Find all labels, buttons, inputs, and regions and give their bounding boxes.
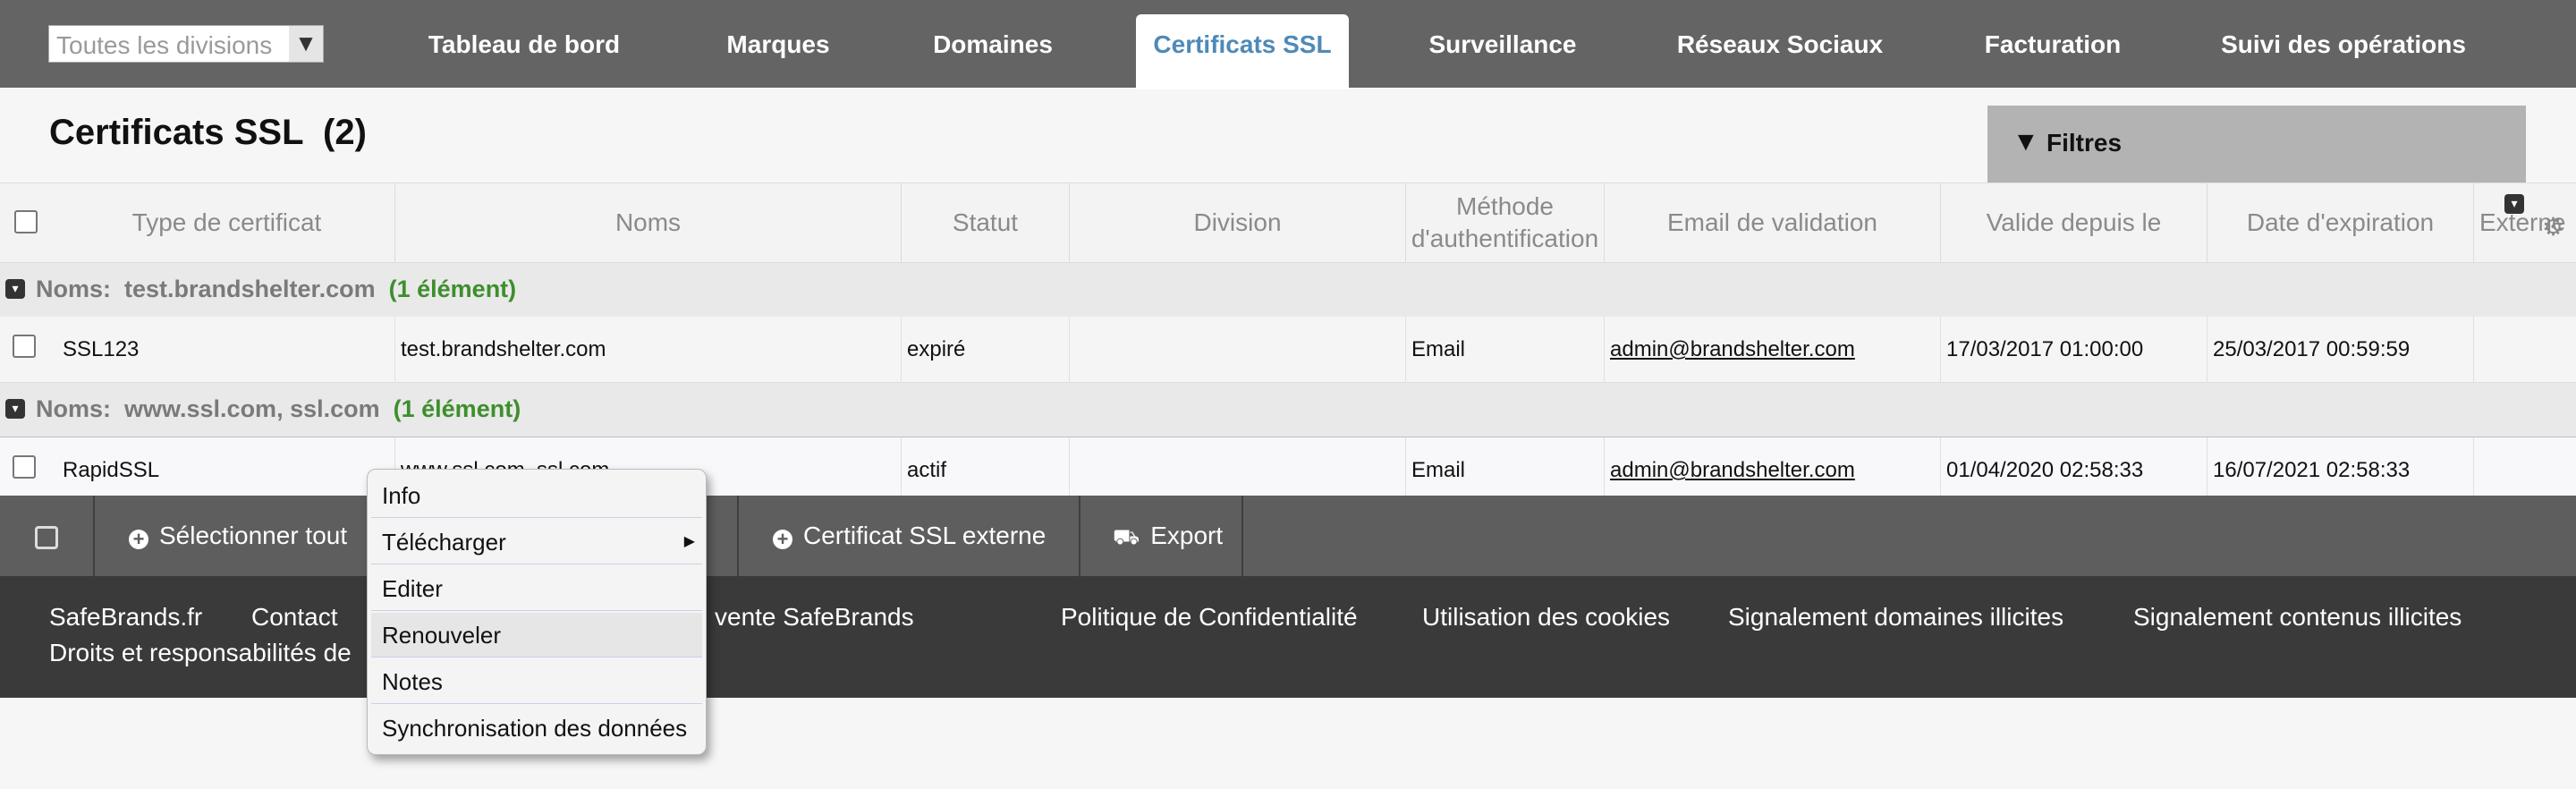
plus-circle-icon: + <box>129 530 148 549</box>
filters-panel[interactable]: ▼ Filtres <box>1987 106 2526 186</box>
plus-circle-icon: + <box>773 530 792 549</box>
group-label: Noms: test.brandshelter.com (1 élément) <box>36 276 516 303</box>
context-menu-telecharger[interactable]: Télécharger ▶ <box>371 520 702 564</box>
cell-status: actif <box>902 437 1070 504</box>
cell-external <box>2474 317 2576 383</box>
cell-email: admin@brandshelter.com <box>1605 437 1941 504</box>
checkbox-icon <box>35 525 58 549</box>
cell-type: SSL123 <box>57 317 395 383</box>
cell-expires: 16/07/2021 02:58:33 <box>2207 437 2474 504</box>
division-select[interactable]: Toutes les divisions ▼ <box>48 25 324 63</box>
collapse-icon[interactable]: ▾ <box>2504 194 2524 214</box>
export-button[interactable]: ⛟ Export <box>1080 496 1243 576</box>
cell-type: RapidSSL <box>57 437 395 504</box>
group-label-text: Noms: www.ssl.com, ssl.com <box>36 395 380 422</box>
footer-link-contenus-illicites[interactable]: Signalement contenus illicites <box>2133 603 2462 632</box>
footer-link-cookies[interactable]: Utilisation des cookies <box>1422 603 1670 632</box>
group-label-text: Noms: test.brandshelter.com <box>36 276 376 302</box>
tab-certificats-ssl[interactable]: Certificats SSL <box>1136 14 1349 89</box>
row-checkbox[interactable] <box>13 335 36 358</box>
tab-tableau-de-bord[interactable]: Tableau de bord <box>399 14 649 89</box>
group-row[interactable]: ▾ Noms: www.ssl.com, ssl.com (1 élément) <box>0 383 2576 437</box>
footer-link-safebrands[interactable]: SafeBrands.fr <box>49 603 202 632</box>
group-row[interactable]: ▾ Noms: test.brandshelter.com (1 élément… <box>0 263 2576 317</box>
table-row[interactable]: SSL123 test.brandshelter.com expiré Emai… <box>0 317 2576 383</box>
cell-external <box>2474 437 2576 504</box>
col-expiration[interactable]: Date d'expiration <box>2207 183 2474 262</box>
dropdown-arrow-icon[interactable]: ▼ <box>289 26 323 62</box>
col-valide-depuis[interactable]: Valide depuis le <box>1941 183 2207 262</box>
cell-method: Email <box>1406 437 1605 504</box>
select-all-checkbox[interactable] <box>14 210 38 233</box>
cell-email: admin@brandshelter.com <box>1605 317 1941 383</box>
cell-valid-from: 01/04/2020 02:58:33 <box>1941 437 2207 504</box>
bulk-checkbox-button[interactable] <box>0 496 95 576</box>
tab-surveillance[interactable]: Surveillance <box>1404 14 1601 89</box>
page-title: Certificats SSL (2) <box>49 113 367 153</box>
col-type[interactable]: Type de certificat <box>59 183 395 262</box>
group-collapse-icon[interactable]: ▾ <box>5 279 25 299</box>
filters-label: Filtres <box>2046 129 2123 157</box>
cell-status: expiré <box>902 317 1070 383</box>
select-all-label: Sélectionner tout <box>159 522 348 549</box>
context-menu-synchronisation[interactable]: Synchronisation des données <box>371 706 702 751</box>
col-division[interactable]: Division <box>1070 183 1406 262</box>
tab-marques[interactable]: Marques <box>707 14 850 89</box>
truck-icon: ⛟ <box>1113 525 1140 549</box>
filters-toggle-icon: ▼ <box>2012 127 2039 157</box>
context-menu-notes[interactable]: Notes <box>371 659 702 704</box>
context-menu-telecharger-label: Télécharger <box>382 529 506 556</box>
top-navigation: Toutes les divisions ▼ Tableau de bord M… <box>0 0 2576 89</box>
cell-names: test.brandshelter.com <box>395 317 902 383</box>
external-ssl-button[interactable]: + Certificat SSL externe <box>739 496 1080 576</box>
col-email[interactable]: Email de validation <box>1605 183 1941 262</box>
footer-link-confidentialite[interactable]: Politique de Confidentialité <box>1061 603 1358 632</box>
tab-suivi-des-operations[interactable]: Suivi des opérations <box>2209 14 2478 89</box>
context-menu-editer[interactable]: Editer <box>371 566 702 611</box>
col-noms[interactable]: Noms <box>395 183 902 262</box>
context-menu-info[interactable]: Info <box>371 473 702 518</box>
cell-division <box>1070 437 1406 504</box>
context-menu: Info Télécharger ▶ Editer Renouveler Note… <box>367 469 707 755</box>
footer-link-domaines-illicites[interactable]: Signalement domaines illicites <box>1728 603 2063 632</box>
submenu-arrow-icon: ▶ <box>683 534 695 549</box>
footer-link-droits[interactable]: Droits et responsabilités de <box>49 639 352 667</box>
col-statut[interactable]: Statut <box>902 183 1070 262</box>
row-checkbox[interactable] <box>13 455 36 479</box>
gear-icon[interactable]: ⚙ <box>2542 212 2564 242</box>
page-title-count: (2) <box>323 113 367 152</box>
external-ssl-label: Certificat SSL externe <box>803 522 1046 549</box>
table-header: Type de certificat Noms Statut Division … <box>0 182 2576 263</box>
footer-link-contact[interactable]: Contact <box>251 603 338 632</box>
export-label: Export <box>1150 522 1224 549</box>
cell-division <box>1070 317 1406 383</box>
email-link[interactable]: admin@brandshelter.com <box>1610 458 1855 482</box>
group-count: (1 élément) <box>393 395 521 422</box>
group-count: (1 élément) <box>388 276 517 302</box>
tab-reseaux-sociaux[interactable]: Réseaux Sociaux <box>1664 14 1896 89</box>
division-select-value: Toutes les divisions <box>56 31 273 59</box>
context-menu-renouveler[interactable]: Renouveler <box>371 613 702 658</box>
cell-valid-from: 17/03/2017 01:00:00 <box>1941 317 2207 383</box>
cell-method: Email <box>1406 317 1605 383</box>
email-link[interactable]: admin@brandshelter.com <box>1610 337 1855 361</box>
group-collapse-icon[interactable]: ▾ <box>5 399 25 419</box>
cell-expires: 25/03/2017 00:59:59 <box>2207 317 2474 383</box>
col-methode[interactable]: Méthode d'authentification <box>1406 183 1605 262</box>
tab-facturation[interactable]: Facturation <box>1959 14 2147 89</box>
tab-domaines[interactable]: Domaines <box>912 14 1073 89</box>
group-label: Noms: www.ssl.com, ssl.com (1 élément) <box>36 395 521 423</box>
page-title-text: Certificats SSL <box>49 113 303 152</box>
